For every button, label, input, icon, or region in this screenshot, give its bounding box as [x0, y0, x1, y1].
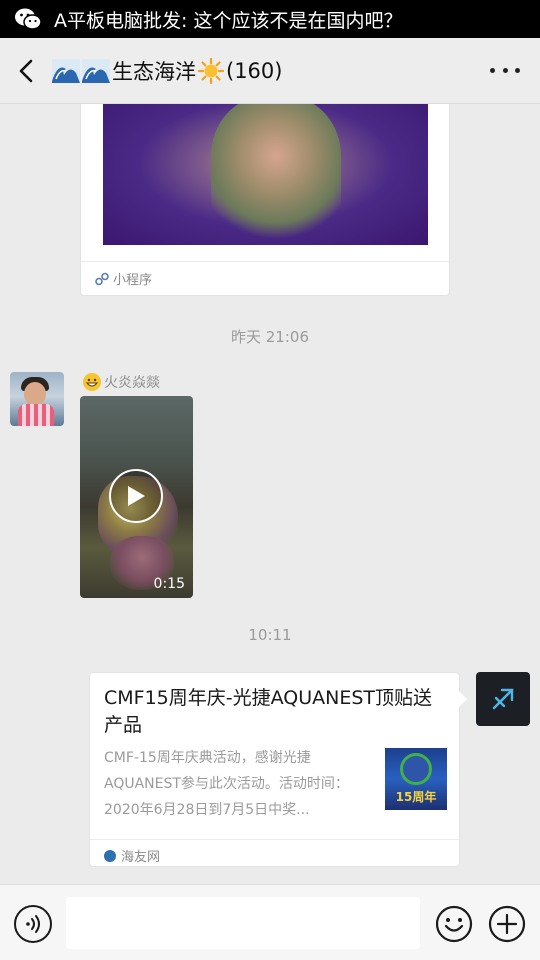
- more-dot: [502, 67, 508, 73]
- back-button[interactable]: [0, 38, 52, 104]
- link-thumbnail: 15周年: [385, 748, 447, 810]
- mini-program-label-row: 小程序: [95, 269, 152, 288]
- group-name: 生态海洋: [112, 59, 196, 84]
- back-chevron-icon: [19, 59, 33, 82]
- wave-emoji-icon: [52, 58, 80, 83]
- wechat-icon: [15, 8, 42, 30]
- chat-header: 生态海洋 (160): [0, 38, 540, 104]
- notification-bar[interactable]: A平板电脑批发: 这个应该不是在国内吧？: [0, 0, 540, 38]
- link-card[interactable]: CMF15周年庆-光捷AQUANEST顶贴送产品 CMF-15周年庆典活动，感谢…: [89, 672, 467, 867]
- sender-name-row: 火炎焱燚: [82, 372, 160, 392]
- avatar-face: [24, 382, 46, 406]
- sagittarius-icon: [492, 688, 514, 710]
- thumbnail-logo: [400, 753, 432, 785]
- thumbnail-text: 15周年: [395, 790, 437, 804]
- video-duration: 0:15: [153, 576, 185, 592]
- message-input[interactable]: [66, 897, 420, 949]
- sender-name: 火炎焱燚: [104, 375, 160, 391]
- mini-program-label: 小程序: [113, 273, 153, 288]
- link-source-row: 海友网: [104, 846, 160, 865]
- member-count: (160): [226, 58, 283, 83]
- more-dot: [515, 67, 520, 73]
- notification-text: A平板电脑批发: 这个应该不是在国内吧？: [54, 9, 403, 32]
- link-title: CMF15周年庆-光捷AQUANEST顶贴送产品: [104, 687, 433, 736]
- chat-message-list[interactable]: 小程序 昨天 21:06 火炎焱燚 0:15 10:11 CMF15周年庆-光捷…: [0, 104, 540, 884]
- video-message[interactable]: 0:15: [80, 396, 193, 598]
- sun-emoji-icon: [198, 57, 224, 84]
- mini-program-icon: [95, 272, 109, 285]
- timestamp: 昨天 21:06: [231, 328, 309, 346]
- input-bar: [0, 884, 540, 960]
- timestamp: 10:11: [248, 626, 292, 644]
- avatar[interactable]: [10, 372, 64, 426]
- divider: [90, 839, 459, 840]
- coral-shape: [211, 104, 341, 245]
- my-avatar[interactable]: [476, 672, 530, 726]
- grin-emoji-icon: [83, 373, 101, 391]
- play-icon[interactable]: [109, 469, 163, 523]
- more-button[interactable]: [490, 60, 520, 80]
- more-dots-icon: [490, 67, 495, 73]
- voice-icon: [26, 915, 40, 933]
- divider: [81, 261, 449, 262]
- mini-program-card[interactable]: 小程序: [80, 104, 450, 296]
- link-description: CMF-15周年庆典活动，感谢光捷AQUANEST参与此次活动。活动时间：202…: [104, 750, 349, 818]
- source-logo-icon: [104, 849, 116, 862]
- link-source: 海友网: [121, 850, 161, 865]
- plus-icon[interactable]: [488, 905, 526, 943]
- play-triangle: [128, 486, 145, 506]
- voice-button[interactable]: [14, 905, 52, 943]
- coral-image: [103, 104, 428, 245]
- avatar-body: [18, 404, 54, 426]
- emoji-icon[interactable]: [435, 905, 473, 943]
- chat-title: 生态海洋 (160): [52, 56, 282, 86]
- wave-emoji-icon-2: [82, 58, 110, 83]
